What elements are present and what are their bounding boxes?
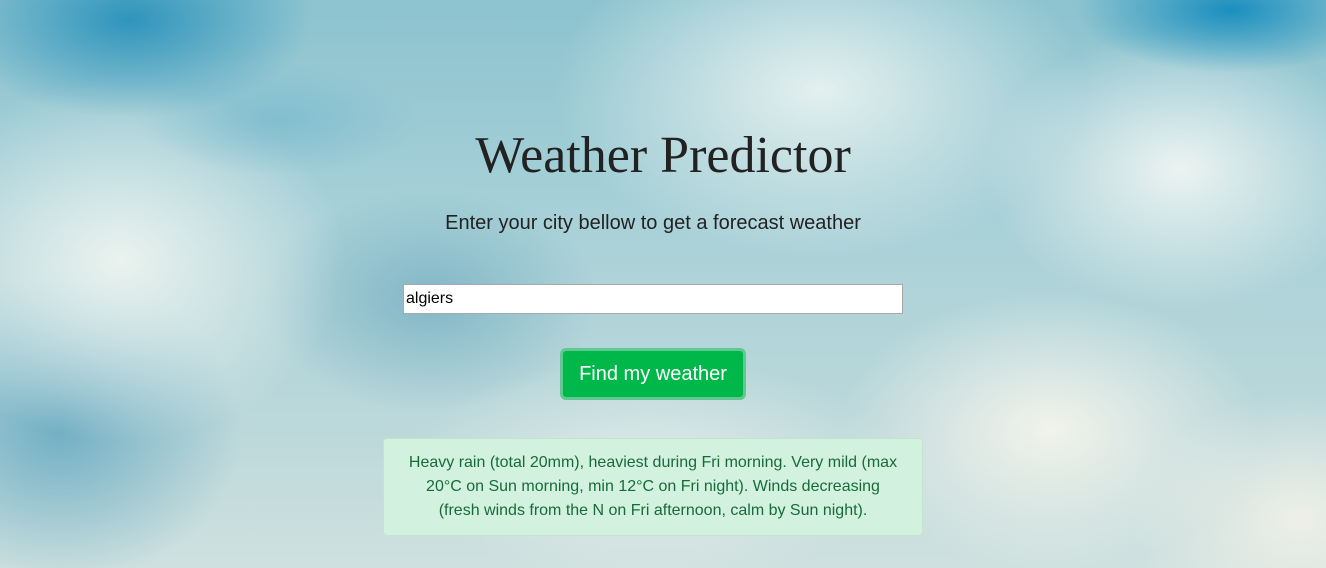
forecast-result-alert: Heavy rain (total 20mm), heaviest during…: [383, 438, 923, 536]
page-subtitle: Enter your city bellow to get a forecast…: [445, 212, 861, 234]
city-input[interactable]: [403, 284, 903, 314]
page-title: Weather Predictor: [475, 127, 851, 184]
find-weather-button[interactable]: Find my weather: [560, 348, 746, 400]
weather-app: Weather Predictor Enter your city bellow…: [0, 0, 1326, 568]
